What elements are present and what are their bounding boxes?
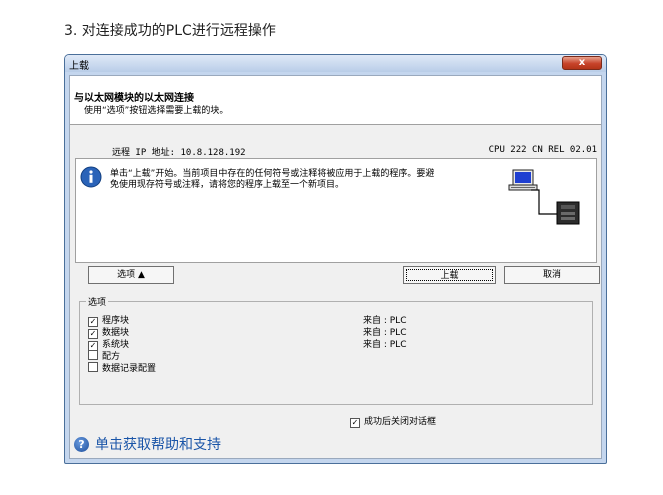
upload-dialog: 上载 x 与以太网模块的以太网连接 使用“选项”按钮选择需要上载的块。 远程 I… (64, 54, 607, 464)
upload-button-label: 上载 (406, 269, 493, 281)
pc-to-plc-icon (508, 169, 580, 225)
option-data-log-config[interactable]: 数据记录配置 (88, 361, 157, 374)
close-button[interactable]: x (562, 56, 602, 70)
close-after-success-option[interactable]: ✓ 成功后关闭对话框 (350, 414, 436, 428)
cancel-button[interactable]: 取消 (504, 266, 600, 284)
remote-ip-label: 远程 IP 地址: (112, 148, 176, 158)
header-subtitle: 使用“选项”按钮选择需要上载的块。 (84, 106, 229, 116)
option-recipe[interactable]: 配方 (88, 349, 120, 362)
checkbox[interactable]: ✓ (350, 418, 360, 428)
upload-button[interactable]: 上载 (403, 266, 496, 284)
dialog-body: 与以太网模块的以太网连接 使用“选项”按钮选择需要上载的块。 远程 IP 地址:… (69, 75, 602, 459)
option-program-block[interactable]: ✓ 程序块 (88, 313, 129, 327)
option-source: 来自 : PLC (363, 340, 407, 350)
option-label: 数据记录配置 (102, 364, 157, 374)
header-title: 与以太网模块的以太网连接 (74, 93, 194, 104)
window-title: 上载 (69, 61, 89, 72)
options-group: 选项 ✓ 程序块 ✓ 数据块 ✓ 系统块 配方 数据记录配置 来自 : PLC 来自 … (79, 295, 593, 405)
options-group-legend: 选项 (86, 295, 109, 308)
checkbox[interactable] (88, 362, 98, 372)
close-after-success-label: 成功后关闭对话框 (364, 417, 437, 427)
checkbox[interactable] (88, 350, 98, 360)
option-data-block[interactable]: ✓ 数据块 (88, 325, 129, 339)
dialog-header: 与以太网模块的以太网连接 使用“选项”按钮选择需要上载的块。 (70, 76, 601, 125)
remote-ip-row: 远程 IP 地址: 10.8.128.192 (112, 145, 246, 158)
help-link[interactable]: ? 单击获取帮助和支持 (74, 434, 221, 454)
title-bar[interactable]: 上载 x (65, 55, 606, 72)
info-line-1: 单击“上载”开始。当前项目中存在的任何符号或注释将被应用于上载的程序。要避 (110, 169, 435, 179)
option-system-block[interactable]: ✓ 系统块 (88, 337, 129, 351)
close-icon: x (578, 57, 586, 68)
options-button[interactable]: 选项 ▲ (88, 266, 174, 284)
info-panel: 单击“上载”开始。当前项目中存在的任何符号或注释将被应用于上载的程序。要避 免使… (75, 158, 597, 263)
cpu-version: CPU 222 CN REL 02.01 (488, 145, 597, 155)
info-text: 单击“上载”开始。当前项目中存在的任何符号或注释将被应用于上载的程序。要避 免使… (110, 169, 500, 191)
info-icon (80, 166, 102, 188)
help-label: 单击获取帮助和支持 (95, 437, 221, 453)
info-line-2: 免使用现存符号或注释，请将您的程序上载至一个新项目。 (110, 180, 345, 190)
document-heading: 3. 对连接成功的PLC进行远程操作 (64, 23, 276, 39)
help-icon: ? (74, 437, 89, 452)
remote-ip-value: 10.8.128.192 (180, 148, 246, 158)
